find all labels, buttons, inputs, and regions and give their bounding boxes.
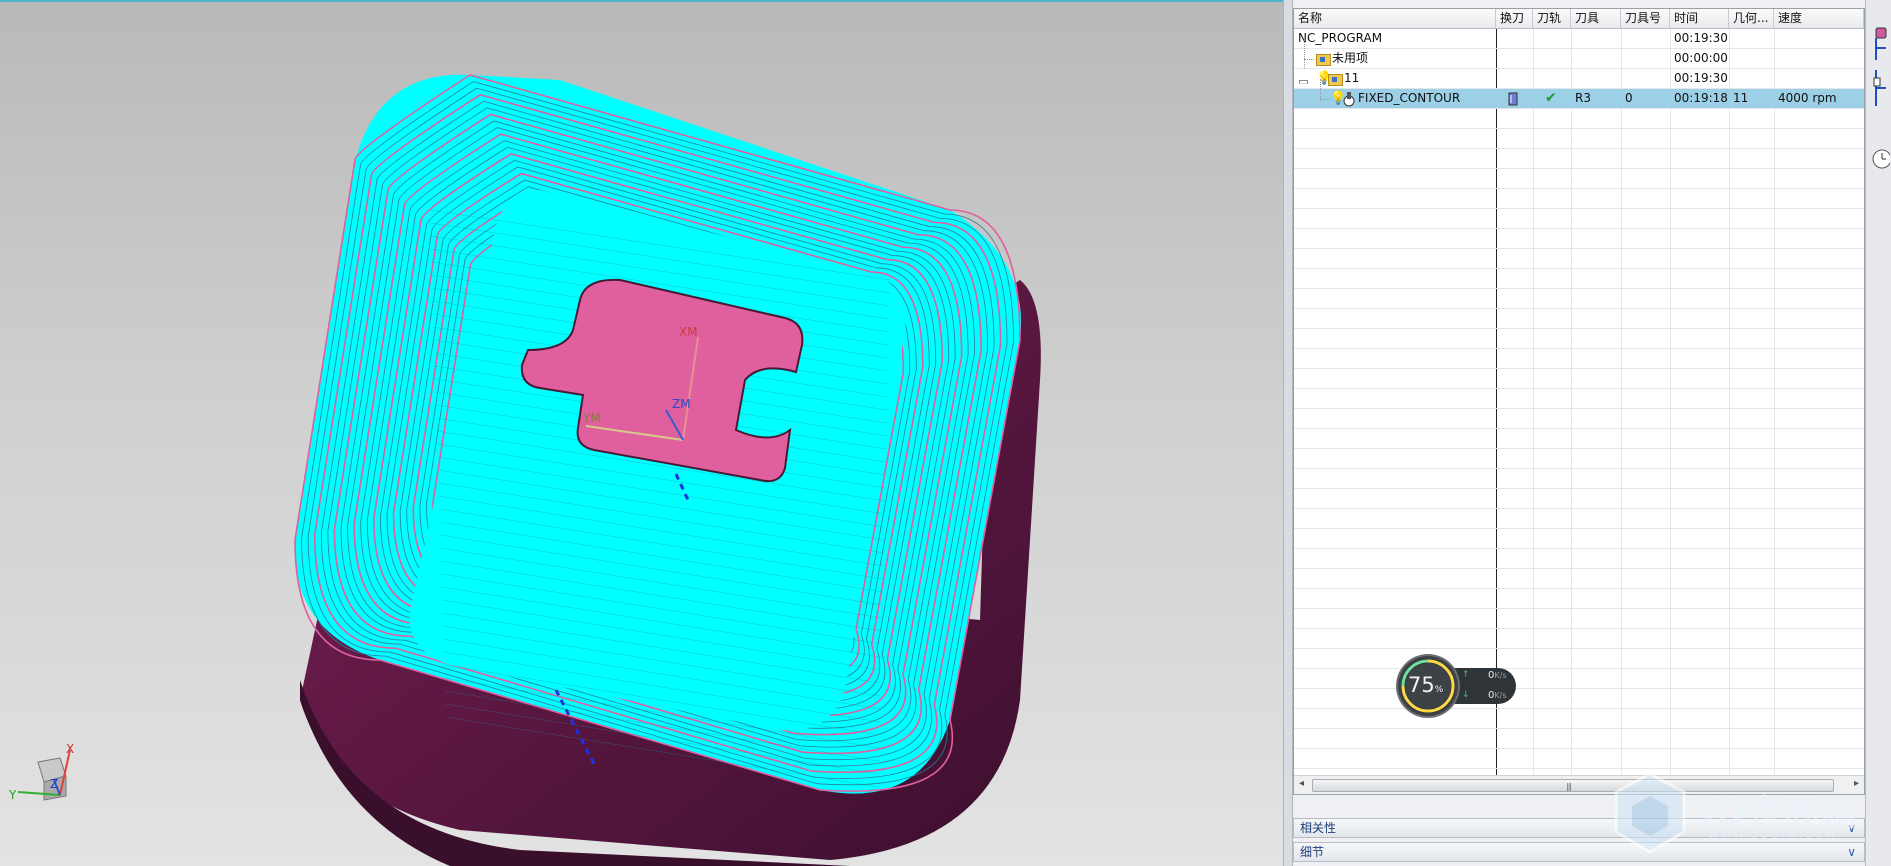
empty-row — [1294, 529, 1864, 549]
row-speed: 4000 rpm — [1778, 91, 1837, 105]
usage-percent: 75% — [1408, 673, 1444, 697]
resource-tab-navigator-icon[interactable] — [1870, 26, 1890, 60]
row-geometry: 11 — [1733, 91, 1749, 105]
row-name: 未用项 — [1332, 51, 1369, 65]
empty-row — [1294, 589, 1864, 609]
cpu-ring: 75% — [1398, 656, 1458, 716]
empty-row — [1294, 109, 1864, 129]
watermark-cube-icon — [1614, 772, 1686, 854]
empty-row — [1294, 549, 1864, 569]
resource-tab-machine-icon[interactable] — [1870, 68, 1890, 106]
tree-row-program-11[interactable]: − 💡 11 00:19:30 — [1294, 59, 1864, 89]
download-rate: 0K/s — [1488, 690, 1507, 701]
triad-x-label: X — [66, 742, 74, 756]
empty-row — [1294, 409, 1864, 429]
tool-change-icon — [1508, 92, 1518, 106]
empty-row — [1294, 609, 1864, 629]
col-header-geometry[interactable]: 几何... — [1729, 9, 1774, 28]
folder-icon — [1316, 52, 1331, 66]
check-icon: ✔ — [1545, 90, 1557, 106]
empty-row — [1294, 469, 1864, 489]
wcs-ym-label: YM — [582, 411, 601, 425]
collapse-icon[interactable]: − — [1299, 74, 1308, 84]
empty-row — [1294, 129, 1864, 149]
tree-row-unused[interactable]: 未用项 00:00:00 — [1294, 39, 1864, 69]
network-speed-widget[interactable]: 75% ↑ 0K/s ↓ 0K/s — [1398, 656, 1518, 716]
empty-row — [1294, 629, 1864, 649]
section-details-label: 细节 — [1300, 845, 1325, 859]
empty-row — [1294, 509, 1864, 529]
empty-row — [1294, 149, 1864, 169]
part-model[interactable]: XM YM ZM X Y Z — [0, 0, 1283, 866]
empty-row — [1294, 249, 1864, 269]
empty-row — [1294, 329, 1864, 349]
row-name: NC_PROGRAM — [1298, 31, 1383, 45]
empty-row — [1294, 369, 1864, 389]
empty-row — [1294, 449, 1864, 469]
col-header-path[interactable]: 刀轨 — [1533, 9, 1571, 28]
watermark: 3D世界网 WWW.3DSJW.COM — [1610, 770, 1870, 862]
navigator-header: 名称 换刀 刀轨 刀具 刀具号 时间 几何... 速度 — [1294, 9, 1864, 29]
empty-row — [1294, 289, 1864, 309]
scroll-left-icon[interactable]: ◂ — [1299, 778, 1304, 789]
col-header-name[interactable]: 名称 — [1294, 9, 1496, 28]
graphics-viewport[interactable]: XM YM ZM X Y Z — [0, 0, 1283, 866]
empty-row — [1294, 709, 1864, 729]
empty-row — [1294, 429, 1864, 449]
row-time: 00:19:30 — [1674, 71, 1728, 85]
row-time: 00:19:18 — [1674, 91, 1728, 105]
tree-row-nc-program[interactable]: NC_PROGRAM 00:19:30 — [1294, 29, 1864, 49]
empty-row — [1294, 169, 1864, 189]
navigator-grid: 名称 换刀 刀轨 刀具 刀具号 时间 几何... 速度 NC_PROGRAM 0… — [1293, 8, 1865, 795]
row-time: 00:00:00 — [1674, 51, 1728, 65]
resource-tab-history-icon[interactable] — [1870, 146, 1891, 169]
empty-row — [1294, 189, 1864, 209]
watermark-text: 3D世界网 — [1690, 793, 1858, 834]
row-name: 11 — [1344, 71, 1360, 85]
upload-arrow-icon: ↑ — [1462, 670, 1470, 680]
download-arrow-icon: ↓ — [1462, 690, 1470, 700]
triad-z-label: Z — [50, 777, 58, 791]
col-header-tool[interactable]: 刀具 — [1571, 9, 1621, 28]
operation-navigator: 名称 换刀 刀轨 刀具 刀具号 时间 几何... 速度 NC_PROGRAM 0… — [1293, 0, 1865, 866]
row-name: FIXED_CONTOUR — [1358, 91, 1461, 105]
operation-icon — [1342, 91, 1356, 107]
empty-row — [1294, 569, 1864, 589]
wcs-zm-label: ZM — [672, 397, 691, 411]
panel-splitter[interactable] — [1283, 0, 1293, 866]
upload-rate: 0K/s — [1488, 670, 1507, 681]
col-header-speed[interactable]: 速度 — [1774, 9, 1864, 28]
empty-row — [1294, 669, 1864, 689]
tree-row-fixed-contour[interactable]: 💡 FIXED_CONTOUR ✔ R3 0 00:19:18 11 4000 … — [1294, 79, 1864, 109]
empty-row — [1294, 389, 1864, 409]
empty-row — [1294, 269, 1864, 289]
watermark-subtext: WWW.3DSJW.COM — [1708, 830, 1838, 841]
resource-bar — [1865, 0, 1891, 866]
empty-row — [1294, 349, 1864, 369]
empty-row — [1294, 749, 1864, 769]
empty-row — [1294, 649, 1864, 669]
col-header-time[interactable]: 时间 — [1670, 9, 1729, 28]
empty-row — [1294, 729, 1864, 749]
empty-row — [1294, 209, 1864, 229]
view-triad-icon: X Y Z — [8, 742, 74, 802]
empty-row — [1294, 309, 1864, 329]
empty-row — [1294, 689, 1864, 709]
col-header-tool-change[interactable]: 换刀 — [1496, 9, 1533, 28]
col-header-tool-number[interactable]: 刀具号 — [1621, 9, 1670, 28]
row-time: 00:19:30 — [1674, 31, 1728, 45]
empty-row — [1294, 229, 1864, 249]
section-dependencies-label: 相关性 — [1300, 821, 1337, 835]
row-tool-number: 0 — [1625, 91, 1633, 105]
triad-y-label: Y — [8, 788, 17, 802]
folder-icon — [1328, 72, 1343, 86]
empty-row — [1294, 489, 1864, 509]
wcs-xm-label: XM — [679, 325, 698, 339]
row-tool: R3 — [1575, 91, 1591, 105]
